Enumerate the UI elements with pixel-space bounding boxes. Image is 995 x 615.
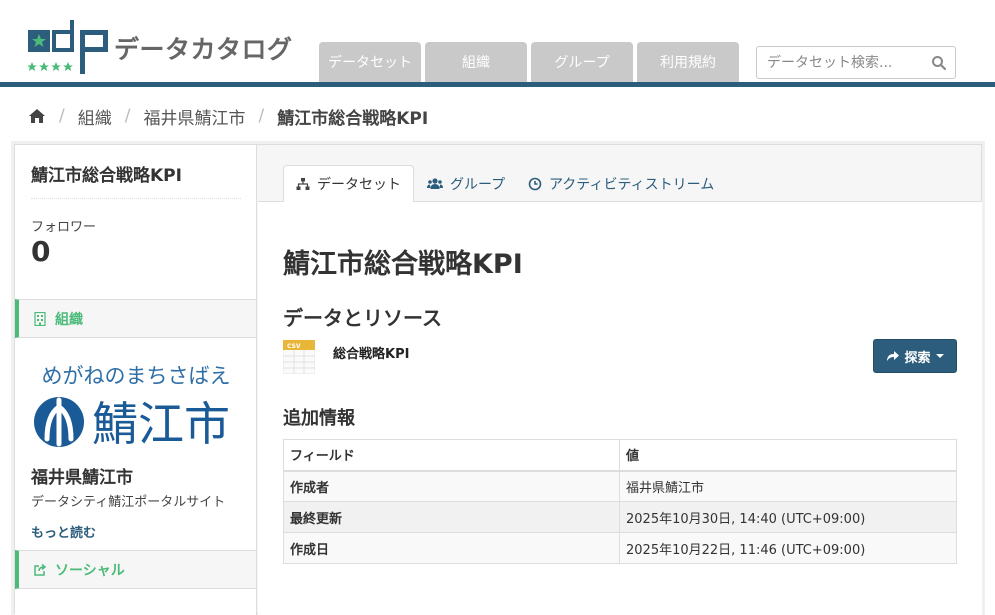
site-header: データカタログ データセット 組織 グループ 利用規約 bbox=[0, 0, 995, 87]
sidebar: 鯖江市総合戦略KPI フォロワー 0 組織 めがねのまちさばえ 鯖江市 福井県鯖… bbox=[15, 145, 257, 615]
row-value: 福井県鯖江市 bbox=[619, 470, 957, 502]
odp-logo-mark bbox=[28, 20, 108, 74]
nav-organizations[interactable]: 組織 bbox=[425, 42, 527, 82]
sidebar-section-label: ソーシャル bbox=[55, 562, 125, 579]
sidebar-section-label: 組織 bbox=[55, 311, 83, 328]
org-logo-city-name: 鯖江市 bbox=[92, 397, 230, 451]
clock-icon bbox=[528, 177, 542, 190]
sidebar-section-organization: 組織 bbox=[15, 299, 256, 338]
row-field: 作成日 bbox=[283, 532, 620, 564]
home-icon[interactable] bbox=[28, 108, 46, 124]
breadcrumb-organization[interactable]: 福井県鯖江市 bbox=[143, 104, 245, 129]
sitemap-icon bbox=[296, 178, 310, 190]
row-value: 2025年10月30日, 14:40 (UTC+09:00) bbox=[619, 501, 957, 533]
row-value: 2025年10月22日, 11:46 (UTC+09:00) bbox=[619, 532, 957, 564]
resources-heading: データとリソース bbox=[283, 306, 442, 330]
table-header-row: フィールド 値 bbox=[283, 439, 957, 472]
search-icon[interactable] bbox=[931, 55, 947, 71]
table-row: 作成日 2025年10月22日, 11:46 (UTC+09:00) bbox=[283, 532, 957, 564]
org-logo-caption: めがねのまちさばえ bbox=[42, 364, 231, 388]
table-row: 最終更新 2025年10月30日, 14:40 (UTC+09:00) bbox=[283, 501, 957, 533]
breadcrumb-separator: / bbox=[59, 106, 65, 126]
divider bbox=[31, 198, 241, 199]
building-icon bbox=[34, 311, 46, 326]
resource-name-link[interactable]: 総合戦略KPI bbox=[333, 343, 409, 362]
column-header-value: 値 bbox=[619, 439, 957, 472]
breadcrumb-separator: / bbox=[124, 106, 131, 126]
share-arrow-icon bbox=[887, 351, 900, 361]
dataset-content: 鯖江市総合戦略KPI データとリソース CSV 総合戦略KPI 探索 追加情報 bbox=[258, 202, 982, 615]
dataset-title: 鯖江市総合戦略KPI bbox=[283, 249, 523, 280]
nav-terms[interactable]: 利用規約 bbox=[637, 42, 739, 82]
sidebar-section-social: ソーシャル bbox=[15, 550, 256, 589]
main-nav: データセット 組織 グループ 利用規約 bbox=[319, 42, 739, 82]
additional-info-table: フィールド 値 作成者 福井県鯖江市 最終更新 2025年10月30日, 14:… bbox=[283, 439, 957, 564]
nav-groups[interactable]: グループ bbox=[531, 42, 633, 82]
followers-label: フォロワー bbox=[31, 220, 97, 235]
share-square-icon bbox=[34, 563, 47, 576]
breadcrumb-separator: / bbox=[258, 106, 265, 126]
sidebar-dataset-title: 鯖江市総合戦略KPI bbox=[31, 166, 182, 186]
resource-format-label: CSV bbox=[287, 343, 301, 350]
tab-label: グループ bbox=[450, 176, 506, 193]
breadcrumb: / 組織 / 福井県鯖江市 / 鯖江市総合戦略KPI bbox=[28, 104, 428, 129]
header-accent-bar bbox=[0, 82, 995, 87]
table-row: 作成者 福井県鯖江市 bbox=[283, 470, 957, 502]
logo-text: データカタログ bbox=[114, 35, 293, 64]
tab-label: アクティビティストリーム bbox=[549, 176, 715, 193]
read-more-link[interactable]: もっと読む bbox=[31, 522, 96, 541]
users-icon bbox=[427, 177, 443, 189]
organization-name: 福井県鯖江市 bbox=[31, 468, 133, 488]
tab-datasets[interactable]: データセット bbox=[283, 165, 414, 203]
search-input[interactable] bbox=[757, 47, 927, 78]
breadcrumb-organizations[interactable]: 組織 bbox=[78, 104, 112, 129]
dataset-search bbox=[756, 46, 956, 79]
additional-info-heading: 追加情報 bbox=[283, 408, 355, 429]
tab-activity-stream[interactable]: アクティビティストリーム bbox=[528, 165, 714, 202]
content-tabs: データセット グループ アクティビティストリーム bbox=[258, 145, 982, 203]
csv-file-icon[interactable]: CSV bbox=[283, 340, 315, 374]
column-header-field: フィールド bbox=[283, 439, 620, 472]
tab-groups[interactable]: グループ bbox=[427, 165, 505, 202]
explore-button[interactable]: 探索 bbox=[873, 339, 957, 373]
caret-down-icon bbox=[935, 354, 944, 358]
tab-label: データセット bbox=[317, 177, 401, 193]
sabae-city-logo[interactable]: めがねのまちさばえ 鯖江市 bbox=[33, 363, 239, 453]
organization-description: データシティ鯖江ポータルサイト bbox=[31, 495, 226, 510]
nav-datasets[interactable]: データセット bbox=[319, 42, 421, 82]
breadcrumb-current[interactable]: 鯖江市総合戦略KPI bbox=[277, 104, 428, 129]
content-wrapper: 鯖江市総合戦略KPI フォロワー 0 組織 めがねのまちさばえ 鯖江市 福井県鯖… bbox=[14, 144, 982, 615]
main-panel: データセット グループ アクティビティストリーム 鯖江市総合戦略KPI データと… bbox=[258, 145, 982, 615]
row-field: 最終更新 bbox=[283, 501, 620, 533]
followers-count: 0 bbox=[31, 235, 51, 268]
row-field: 作成者 bbox=[283, 470, 620, 502]
explore-label: 探索 bbox=[904, 350, 931, 366]
site-logo[interactable]: データカタログ bbox=[28, 20, 292, 76]
